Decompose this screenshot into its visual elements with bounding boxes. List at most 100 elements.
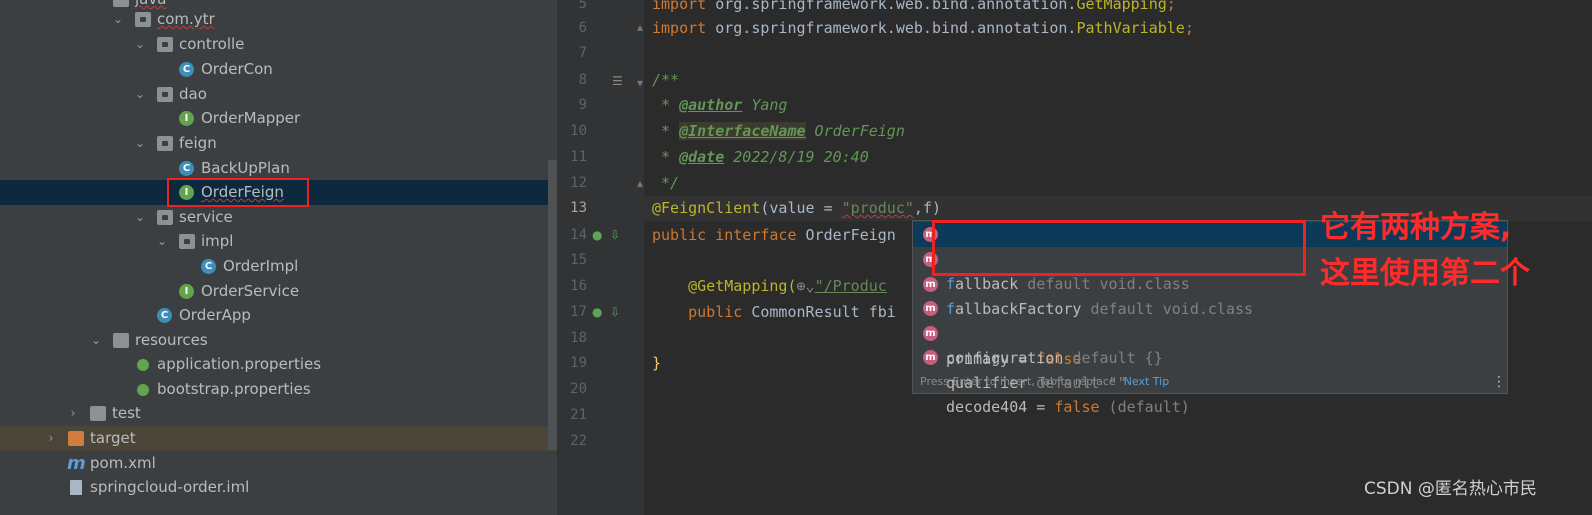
tree-item-feign[interactable]: ⌄ feign (0, 131, 557, 156)
line-number: 19 (570, 355, 587, 371)
doc-render-icon[interactable]: ☰ (612, 74, 623, 88)
line-number: 17 (570, 304, 587, 320)
line-number: 10 (570, 123, 587, 139)
project-tree: java ⌄ com.ytr ⌄ controlle C OrderCon ⌄ … (0, 0, 557, 515)
line-number: 11 (570, 149, 587, 165)
method-icon: m (923, 326, 938, 341)
code-line-6: import org.springframework.web.bind.anno… (652, 19, 1194, 37)
code-line-16: @GetMapping(⊕⌄"/Produc (688, 277, 887, 295)
tree-item-label: test (112, 404, 141, 422)
tree-item-orderimpl[interactable]: C OrderImpl (0, 254, 557, 279)
tree-item-label: resources (135, 331, 208, 349)
annotation-line-2: 这里使用第二个 (1320, 256, 1530, 291)
line-number-current: 13 (570, 200, 587, 216)
tree-item-service[interactable]: ⌄ service (0, 205, 557, 230)
tree-scrollbar[interactable] (548, 160, 557, 450)
code-line-9: * @author Yang (652, 96, 788, 114)
tree-item-label: target (90, 429, 136, 447)
tree-item-orderapp[interactable]: C OrderApp (0, 303, 557, 328)
maven-icon: m (67, 453, 86, 474)
package-icon (157, 210, 173, 225)
highlight-box-orderfeign (167, 178, 309, 207)
fold-icon[interactable]: ▾ (637, 76, 643, 90)
chevron-right-icon[interactable]: › (66, 401, 80, 426)
tree-item-orderservice[interactable]: I OrderService (0, 279, 557, 304)
tree-item-ordermapper[interactable]: I OrderMapper (0, 106, 557, 131)
chevron-down-icon[interactable]: ⌄ (133, 205, 147, 230)
interface-icon: I (179, 284, 194, 299)
spring-bean-icon[interactable]: ● (592, 305, 602, 319)
tree-item-impl[interactable]: ⌄ impl (0, 229, 557, 254)
method-icon: m (923, 350, 938, 365)
chevron-right-icon[interactable]: › (44, 426, 58, 451)
package-icon (157, 87, 173, 102)
tree-item-label: OrderService (201, 282, 300, 300)
tree-item-label: impl (201, 232, 234, 250)
tree-item-iml[interactable]: springcloud-order.iml (0, 475, 557, 500)
tree-item-label: OrderApp (179, 306, 251, 324)
tree-item-label: feign (179, 134, 217, 152)
class-icon: C (179, 161, 194, 176)
highlight-box-options (932, 220, 1306, 276)
annotation-line-1: 它有两种方案, (1320, 210, 1512, 245)
tree-item-pom-xml[interactable]: m pom.xml (0, 451, 557, 476)
line-number: 7 (578, 45, 587, 61)
code-line-17: public CommonResult fbi (688, 303, 896, 321)
code-line-14: public interface OrderFeign (652, 226, 896, 244)
package-icon (157, 136, 173, 151)
spring-bean-icon[interactable]: ● (592, 228, 602, 242)
class-icon: C (179, 62, 194, 77)
tree-item-dao[interactable]: ⌄ dao (0, 82, 557, 107)
popup-footer: Press Enter to insert, Tab to replace Nex… (913, 371, 1514, 393)
implemented-arrow-icon[interactable]: ⇩ (610, 228, 620, 242)
tree-item-test[interactable]: › test (0, 401, 557, 426)
tree-item-label: OrderCon (201, 60, 273, 78)
fold-icon[interactable]: ▴ (637, 20, 643, 34)
tree-item-controlle[interactable]: ⌄ controlle (0, 32, 557, 57)
chevron-down-icon[interactable]: ⌄ (133, 82, 147, 107)
chevron-down-icon[interactable]: ⌄ (133, 131, 147, 156)
popup-hint: Press Enter to insert, Tab to replace (920, 375, 1116, 388)
spring-leaf-icon (137, 359, 149, 371)
code-line-13: @FeignClient(value = "produc",f) (652, 199, 941, 217)
folder-icon (113, 0, 129, 7)
code-line-12: */ (652, 174, 680, 192)
chevron-down-icon[interactable]: ⌄ (89, 328, 103, 353)
tree-item-label: application.properties (157, 355, 322, 373)
module-file-icon (70, 480, 82, 495)
line-number: 22 (570, 433, 587, 449)
line-number: 16 (570, 278, 587, 294)
tree-item-label: pom.xml (90, 454, 156, 472)
tree-item-label: controlle (179, 35, 245, 53)
line-number: 12 (570, 175, 587, 191)
tree-item-label: service (179, 208, 233, 226)
package-icon (135, 12, 151, 27)
tree-item-bootstrap-properties[interactable]: bootstrap.properties (0, 377, 557, 402)
code-line-19: } (652, 354, 662, 372)
class-icon: C (201, 259, 216, 274)
completion-item-decode404[interactable]: m decode404 = false (default) (913, 345, 1507, 416)
tree-item-label: dao (179, 85, 207, 103)
implemented-arrow-icon[interactable]: ⇩ (610, 305, 620, 319)
completion-item-configuration[interactable]: m configuration default {} (913, 296, 1507, 367)
line-number: 9 (578, 97, 587, 113)
chevron-down-icon[interactable]: ⌄ (155, 229, 169, 254)
completion-item-qualifier[interactable]: m qualifier default "" (913, 321, 1507, 392)
excluded-folder-icon (68, 431, 84, 446)
tree-item-label: springcloud-order.iml (90, 478, 250, 496)
tree-item-ordercon[interactable]: C OrderCon (0, 57, 557, 82)
chevron-down-icon[interactable]: ⌄ (133, 32, 147, 57)
line-number: 20 (570, 381, 587, 397)
chevron-down-icon[interactable]: ⌄ (111, 7, 125, 32)
method-icon: m (923, 301, 938, 316)
line-number: 21 (570, 407, 587, 423)
next-tip-link[interactable]: Next Tip (1124, 375, 1170, 388)
tree-item-target[interactable]: › target (0, 426, 557, 451)
tree-item-resources[interactable]: ⌄ resources (0, 328, 557, 353)
more-options-icon[interactable]: ⋮ (1492, 371, 1506, 393)
annotation-note: 它有两种方案, 这里使用第二个 (1320, 205, 1530, 297)
fold-icon[interactable]: ▴ (637, 176, 643, 190)
tree-item-application-properties[interactable]: application.properties (0, 352, 557, 377)
line-number: 8 (578, 72, 587, 88)
tree-item-com-ytr[interactable]: ⌄ com.ytr (0, 7, 557, 32)
